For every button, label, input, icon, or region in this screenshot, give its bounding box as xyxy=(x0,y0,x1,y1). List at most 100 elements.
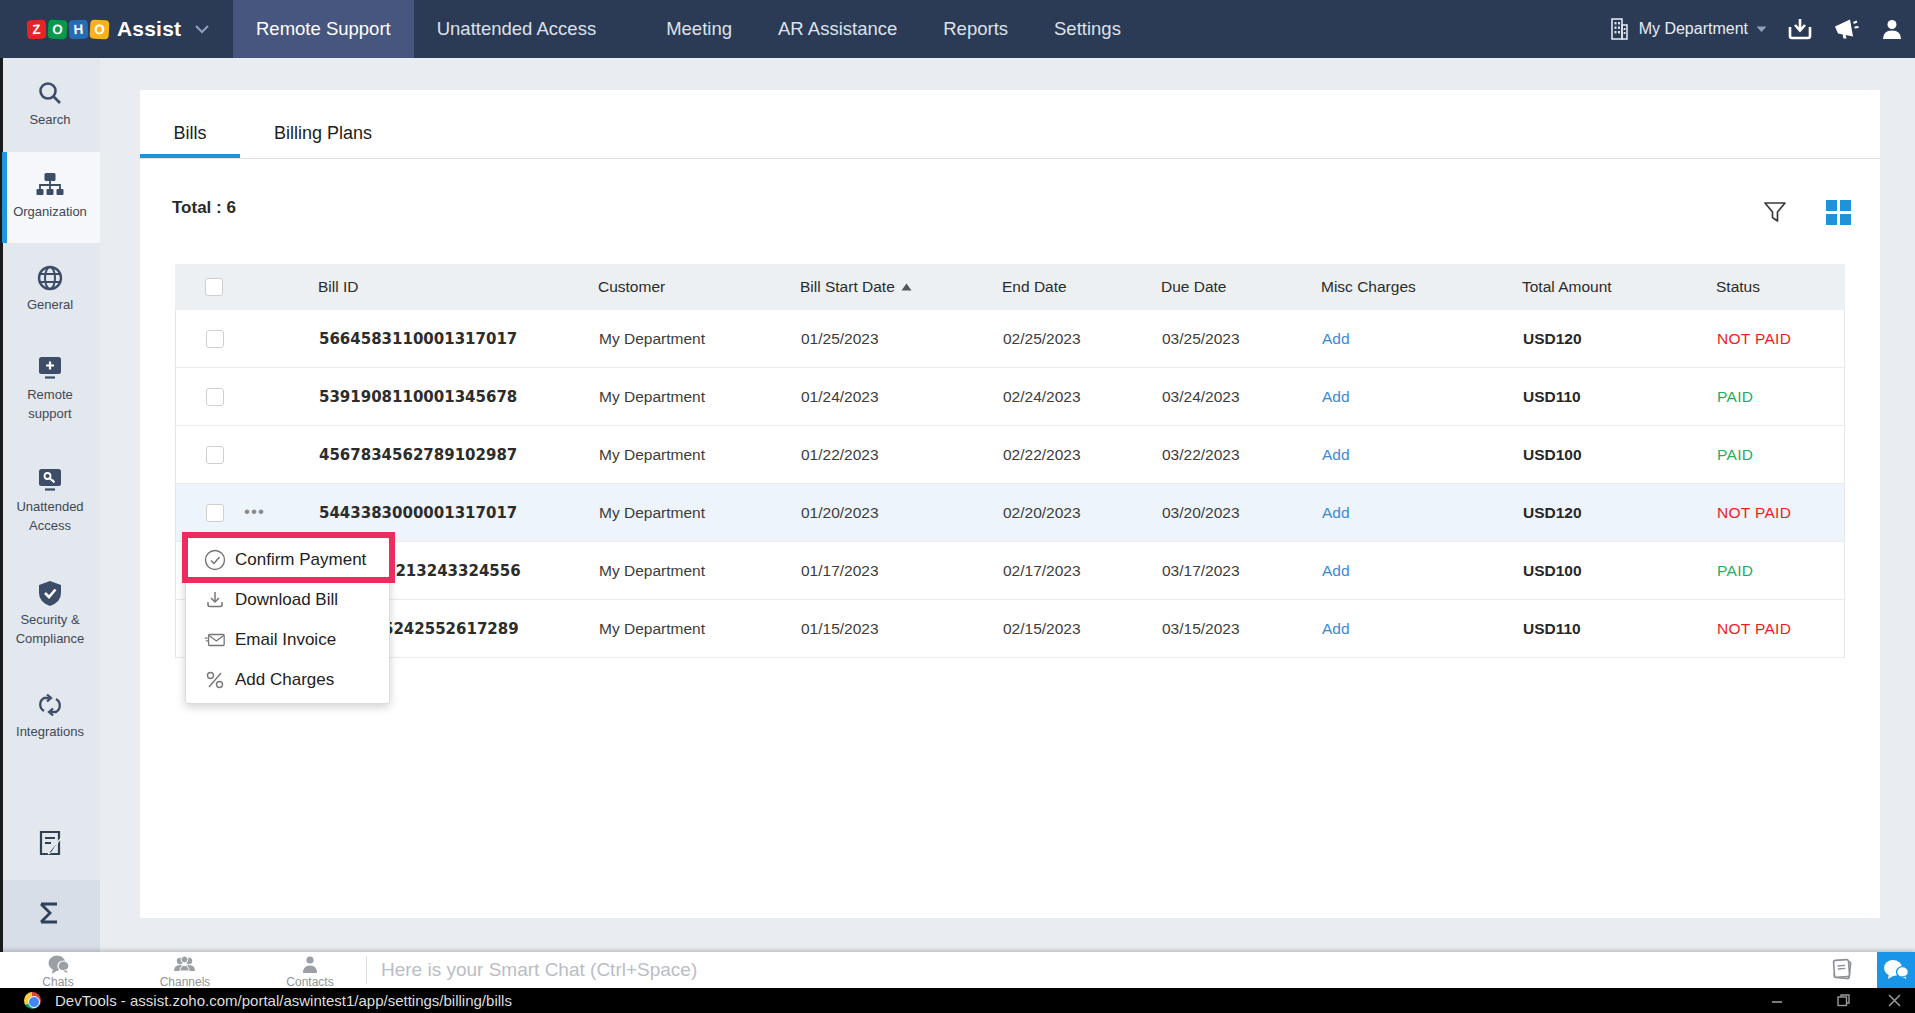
status-badge: NOT PAID xyxy=(1717,484,1791,541)
nav-item-unattended-access[interactable]: Unattended Access xyxy=(414,0,619,58)
zoho-assist-brand[interactable]: ZOHO Assist xyxy=(27,0,209,58)
bill-row[interactable]: •••5443383000001317017My Department01/20… xyxy=(175,484,1845,542)
filter-icon[interactable] xyxy=(1762,199,1788,229)
bill-id: 5391908110001345678 xyxy=(319,368,517,425)
top-navbar: ZOHO Assist Remote SupportUnattended Acc… xyxy=(0,0,1915,58)
add-misc-charges-link[interactable]: Add xyxy=(1322,310,1350,367)
add-misc-charges-link[interactable]: Add xyxy=(1322,600,1350,657)
sidebar-item-sigma[interactable] xyxy=(0,900,100,931)
chevron-down-icon[interactable] xyxy=(195,25,209,34)
customer: My Department xyxy=(599,484,705,541)
shield-check-icon xyxy=(9,580,91,607)
monitor-key-icon xyxy=(9,467,91,494)
row-checkbox[interactable] xyxy=(206,310,224,367)
chrome-icon xyxy=(24,992,41,1009)
add-misc-charges-link[interactable]: Add xyxy=(1322,542,1350,599)
chat-bar-chats[interactable]: Chats xyxy=(18,954,98,989)
customer: My Department xyxy=(599,368,705,425)
tab-bills[interactable]: Bills xyxy=(140,90,240,158)
due-date: 03/22/2023 xyxy=(1162,426,1240,483)
sidebar-item-label: Search xyxy=(29,112,70,127)
column-header[interactable]: End Date xyxy=(1002,264,1067,310)
bill-row[interactable]: 4567834562789102987My Department01/22/20… xyxy=(175,426,1845,484)
bill-row[interactable]: 2213243324556My Department01/17/202302/1… xyxy=(175,542,1845,600)
sidebar-item-search[interactable]: Search xyxy=(0,80,100,130)
chevron-down-icon[interactable] xyxy=(1756,26,1767,33)
sidebar-item-remote-support[interactable]: Remote support xyxy=(0,355,100,423)
download-icon xyxy=(204,589,226,611)
restore-icon[interactable] xyxy=(1836,993,1851,1008)
sidebar-item-label: Remote support xyxy=(27,387,73,421)
stacked-notes-icon[interactable] xyxy=(1828,957,1856,987)
sidebar-item-unattended-access[interactable]: Unattended Access xyxy=(0,467,100,535)
bill-row[interactable]: 5391908110001345678 My Department 01/24/20… xyxy=(175,368,1845,426)
sidebar-item-organization[interactable]: Organization xyxy=(0,152,100,243)
close-icon[interactable] xyxy=(1887,993,1902,1008)
column-header[interactable]: Customer xyxy=(598,264,665,310)
building-icon xyxy=(1608,17,1630,41)
zoho-logo-tile: Z xyxy=(27,19,47,39)
due-date: 03/20/2023 xyxy=(1162,484,1240,541)
nav-item-ar-assistance[interactable]: AR Assistance xyxy=(755,0,920,58)
bill-row[interactable]: 5242552617289My Department01/15/202302/1… xyxy=(175,600,1845,658)
row-checkbox[interactable] xyxy=(206,368,224,425)
bill-id: 4567834562789102987 xyxy=(319,426,517,483)
column-header[interactable]: Bill ID xyxy=(318,264,358,310)
megaphone-icon[interactable] xyxy=(1833,16,1860,42)
zoho-logo-tile: H xyxy=(69,19,89,39)
chat-bar-contacts[interactable]: Contacts xyxy=(270,954,350,989)
sidebar-item-label: Security & Compliance xyxy=(16,612,85,646)
nav-item-remote-support[interactable]: Remote Support xyxy=(233,0,414,58)
bill-start-date: 01/24/2023 xyxy=(801,368,879,425)
add-misc-charges-link[interactable]: Add xyxy=(1322,426,1350,483)
column-header[interactable]: Bill Start Date xyxy=(800,264,912,310)
column-header[interactable]: Misc Charges xyxy=(1321,264,1416,310)
end-date: 02/15/2023 xyxy=(1003,600,1081,657)
bill-row[interactable]: 5664583110001317017My Department01/25/20… xyxy=(175,310,1845,368)
department-selector[interactable]: My Department xyxy=(1639,20,1748,38)
bill-id: 5242552617289 xyxy=(383,600,519,657)
total-amount: USD110 xyxy=(1523,600,1581,657)
column-header[interactable]: Due Date xyxy=(1161,264,1226,310)
total-count: Total : 6 xyxy=(172,198,236,218)
menu-item-email-invoice[interactable]: Email Invoice xyxy=(186,620,389,660)
main-nav: Remote SupportUnattended Access MeetingAR… xyxy=(233,0,1144,58)
sidebar-item-general[interactable]: General xyxy=(0,265,100,315)
status-badge: NOT PAID xyxy=(1717,600,1791,657)
column-header[interactable]: Status xyxy=(1716,264,1760,310)
status-badge: NOT PAID xyxy=(1717,310,1791,367)
grid-view-icon[interactable] xyxy=(1826,200,1851,229)
billing-tabs: Bills Billing Plans xyxy=(140,90,1880,159)
bill-id: 2213243324556 xyxy=(385,542,521,599)
sidebar-item-label: Integrations xyxy=(16,724,84,739)
sidebar-item-integrations[interactable]: Integrations xyxy=(0,692,100,742)
menu-item-download-bill[interactable]: Download Bill xyxy=(186,580,389,620)
download-tray-icon[interactable] xyxy=(1787,17,1813,41)
total-amount: USD110 xyxy=(1523,368,1581,425)
chat-bar-channels[interactable]: Channels xyxy=(145,954,225,989)
status-badge: PAID xyxy=(1717,542,1753,599)
nav-item-settings[interactable]: Settings xyxy=(1031,0,1144,58)
sidebar-item-security-compliance[interactable]: Security & Compliance xyxy=(0,580,100,648)
sidebar-active-indicator xyxy=(2,152,7,243)
sidebar-item-form-pencil[interactable] xyxy=(0,830,100,861)
menu-item-add-charges[interactable]: Add Charges xyxy=(186,660,389,700)
end-date: 02/22/2023 xyxy=(1003,426,1081,483)
user-avatar-icon[interactable] xyxy=(1880,17,1904,41)
tab-billing-plans[interactable]: Billing Plans xyxy=(248,90,398,158)
nav-item-reports[interactable]: Reports xyxy=(920,0,1031,58)
due-date: 03/25/2023 xyxy=(1162,310,1240,367)
row-checkbox[interactable] xyxy=(206,426,224,483)
minimize-icon[interactable] xyxy=(1770,994,1784,1008)
row-actions-menu-icon[interactable]: ••• xyxy=(244,507,265,519)
total-amount: USD120 xyxy=(1523,484,1582,541)
bill-id: 5664583110001317017 xyxy=(319,310,517,367)
nav-item-meeting[interactable]: Meeting xyxy=(643,0,755,58)
zoho-cliq-chat-button[interactable] xyxy=(1877,952,1915,988)
select-all-checkbox[interactable] xyxy=(205,264,223,310)
bill-start-date: 01/15/2023 xyxy=(801,600,879,657)
column-header[interactable]: Total Amount xyxy=(1522,264,1612,310)
add-misc-charges-link[interactable]: Add xyxy=(1322,368,1350,425)
smart-chat-input[interactable]: Here is your Smart Chat (Ctrl+Space) xyxy=(381,952,697,988)
add-misc-charges-link[interactable]: Add xyxy=(1322,484,1350,541)
